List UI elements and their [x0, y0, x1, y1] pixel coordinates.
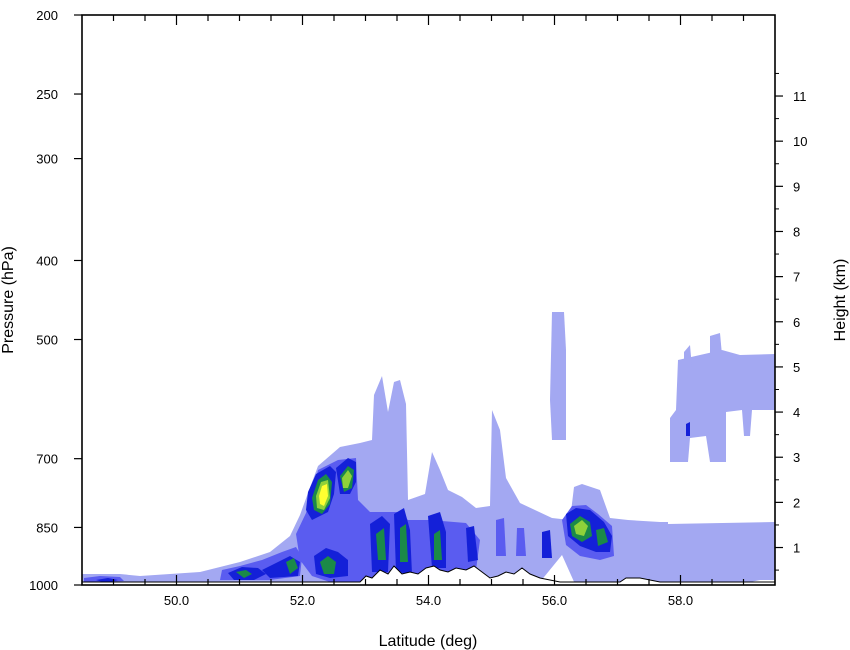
y2-tick-label: 3: [793, 450, 800, 465]
y2-tick-label: 6: [793, 315, 800, 330]
contour-level-1: [710, 333, 722, 358]
contour-level-1: [668, 522, 775, 584]
y-axis-title: Pressure (hPa): [0, 246, 17, 354]
y-tick-label: 400: [36, 253, 58, 268]
y2-tick-label: 5: [793, 360, 800, 375]
y2-axis-title: Height (km): [832, 259, 849, 342]
x-axis-title: Latitude (deg): [379, 633, 478, 650]
y-tick-label: 200: [36, 8, 58, 23]
y2-tick-label: 7: [793, 270, 800, 285]
y-axis-pressure: 200 250 300 400 500 700 850 1000: [29, 8, 82, 593]
x-tick-label: 52.0: [290, 593, 315, 608]
y-tick-label: 1000: [29, 578, 58, 593]
y-tick-label: 250: [36, 87, 58, 102]
contour-level-1: [550, 312, 566, 440]
x-tick-label: 58.0: [668, 593, 693, 608]
y2-tick-label: 4: [793, 405, 800, 420]
y2-tick-label: 9: [793, 179, 800, 194]
x-tick-label: 56.0: [542, 593, 567, 608]
contour-level-3: [686, 422, 690, 436]
y-tick-label: 850: [36, 520, 58, 535]
y-tick-label: 700: [36, 452, 58, 467]
y2-tick-label: 8: [793, 224, 800, 239]
x-tick-label: 50.0: [164, 593, 189, 608]
contour-chart: 50.0 52.0 54.0 56.0 58.0 200 250 300 400 500 700 8…: [0, 8, 849, 650]
contour-level-1: [684, 345, 692, 368]
y2-tick-label: 10: [793, 134, 807, 149]
y2-tick-label: 2: [793, 495, 800, 510]
y-axis-height: 1 2 3 4 5 6 7 8 9 10 11: [775, 72, 807, 571]
x-tick-label: 54.0: [416, 593, 441, 608]
y-tick-label: 300: [36, 152, 58, 167]
y2-tick-label: 1: [793, 541, 800, 556]
y-tick-label: 500: [36, 333, 58, 348]
y2-tick-label: 11: [793, 89, 807, 104]
contour-fill: [82, 312, 775, 584]
